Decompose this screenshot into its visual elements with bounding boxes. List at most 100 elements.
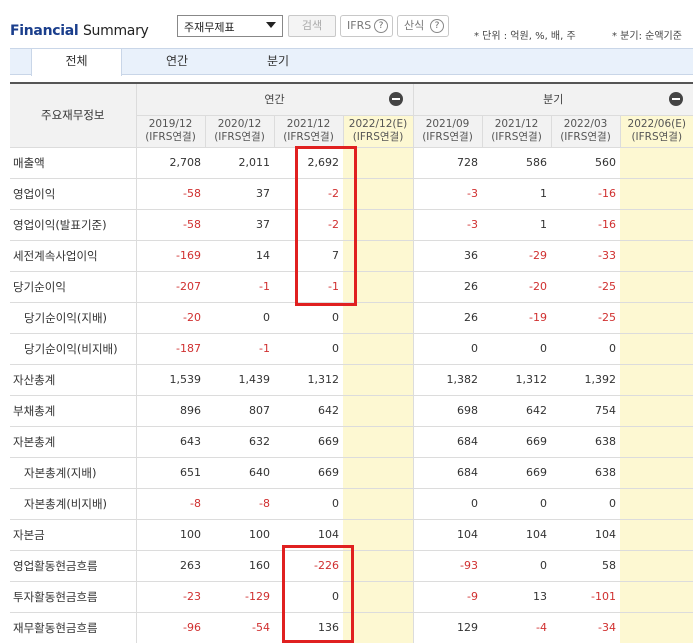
table-cell: 586 — [482, 147, 551, 179]
table-cell: 104 — [412, 519, 482, 551]
table-cell: 638 — [551, 426, 620, 458]
chevron-down-icon — [266, 22, 276, 28]
statement-type-select[interactable]: 주재무제표 — [177, 15, 283, 37]
table-cell: 14 — [205, 240, 274, 272]
table-cell: 58 — [551, 550, 620, 582]
table-cell: 100 — [136, 519, 205, 551]
table-row: 세전계속사업이익 -169 14 7 36 -29 -33 — [10, 240, 693, 272]
table-cell: 642 — [274, 395, 343, 427]
column-header: 2021/09 (IFRS연결) — [412, 115, 482, 148]
table-cell: 104 — [482, 519, 551, 551]
row-label: 당기순이익(비지배) — [10, 333, 137, 365]
group-annual-label: 연간 — [264, 93, 285, 107]
table-cell — [620, 457, 693, 489]
table-cell: -169 — [136, 240, 205, 272]
table-cell: 0 — [482, 488, 551, 520]
column-basis: (IFRS연결) — [352, 131, 404, 143]
help-icon[interactable]: ? — [374, 19, 388, 33]
table-cell: 26 — [412, 302, 482, 334]
column-basis: (IFRS연결) — [560, 131, 611, 143]
table-row: 자본총계(지배) 651 640 669 684 669 638 — [10, 457, 693, 489]
table-cell: 0 — [205, 302, 274, 334]
corner-label: 주요재무정보 — [10, 84, 137, 148]
tab-quarter[interactable]: 분기 — [235, 49, 321, 75]
table-cell: 669 — [274, 426, 343, 458]
column-header: 2022/03 (IFRS연결) — [550, 115, 620, 148]
table-cell: -25 — [551, 271, 620, 303]
table-cell: 0 — [412, 488, 482, 520]
table-cell — [343, 426, 413, 458]
table-cell: -2 — [274, 178, 343, 210]
table-cell — [620, 178, 693, 210]
table-cell — [620, 612, 693, 643]
ifrs-button[interactable]: IFRS ? — [340, 15, 393, 37]
collapse-quarter-icon[interactable] — [669, 92, 683, 106]
summary-header: Financial Summary 주재무제표 검색 IFRS ? 산식 ? *… — [0, 0, 693, 46]
table-cell: 669 — [482, 426, 551, 458]
table-row: 영업활동현금흐름 263 160 -226 -93 0 58 — [10, 550, 693, 582]
table-cell: 160 — [205, 550, 274, 582]
row-label: 재무활동현금흐름 — [10, 612, 137, 643]
table-cell: 13 — [482, 581, 551, 613]
table-cell: 807 — [205, 395, 274, 427]
table-cell: 669 — [482, 457, 551, 489]
tab-all[interactable]: 전체 — [31, 49, 122, 76]
table-cell — [620, 147, 693, 179]
formula-button-label: 산식 — [404, 19, 425, 32]
table-cell: 754 — [551, 395, 620, 427]
table-row: 자본총계 643 632 669 684 669 638 — [10, 426, 693, 458]
help-icon[interactable]: ? — [430, 19, 444, 33]
column-basis: (IFRS연결) — [214, 131, 265, 143]
table-cell — [620, 302, 693, 334]
table-row: 영업이익(발표기준) -58 37 -2 -3 1 -16 — [10, 209, 693, 241]
table-cell: 560 — [551, 147, 620, 179]
table-cell — [620, 519, 693, 551]
table-cell — [620, 488, 693, 520]
table-cell: 632 — [205, 426, 274, 458]
table-cell — [620, 550, 693, 582]
table-cell: -9 — [412, 581, 482, 613]
table-cell: 37 — [205, 209, 274, 241]
table-cell: -207 — [136, 271, 205, 303]
table-cell: 1,392 — [551, 364, 620, 396]
table-cell: -20 — [136, 302, 205, 334]
tab-annual[interactable]: 연간 — [134, 49, 220, 75]
table-cell: 1,382 — [412, 364, 482, 396]
table-cell: -129 — [205, 581, 274, 613]
table-cell: 37 — [205, 178, 274, 210]
table-cell — [343, 178, 413, 210]
table-cell: 2,011 — [205, 147, 274, 179]
column-period: 2021/09 — [425, 118, 470, 130]
table-cell: -34 — [551, 612, 620, 643]
column-period: 2022/03 — [563, 118, 608, 130]
table-cell: 2,708 — [136, 147, 205, 179]
table-cell: -3 — [412, 209, 482, 241]
table-cell — [343, 271, 413, 303]
column-basis: (IFRS연결) — [283, 131, 334, 143]
formula-button[interactable]: 산식 ? — [397, 15, 449, 37]
group-header-annual: 연간 — [136, 84, 413, 116]
table-cell — [343, 519, 413, 551]
table-cell — [620, 271, 693, 303]
table-cell: 1,539 — [136, 364, 205, 396]
table-cell: -3 — [412, 178, 482, 210]
collapse-annual-icon[interactable] — [388, 92, 403, 106]
table-cell — [343, 457, 413, 489]
column-basis: (IFRS연결) — [491, 131, 542, 143]
table-cell — [343, 240, 413, 272]
column-period: 2021/12 — [286, 118, 331, 130]
table-cell — [343, 581, 413, 613]
table-cell: -16 — [551, 178, 620, 210]
column-header: 2019/12 (IFRS연결) — [135, 115, 205, 148]
table-cell: 698 — [412, 395, 482, 427]
table-row: 매출액 2,708 2,011 2,692 728 586 560 — [10, 147, 693, 179]
row-label: 자본금 — [10, 519, 137, 551]
column-period: 2020/12 — [217, 118, 262, 130]
search-button[interactable]: 검색 — [288, 15, 336, 37]
table-cell: -23 — [136, 581, 205, 613]
period-tabs: 전체 연간 분기 — [10, 48, 693, 76]
table-cell: 263 — [136, 550, 205, 582]
table-cell: 104 — [551, 519, 620, 551]
table-cell — [620, 333, 693, 365]
table-cell: -33 — [551, 240, 620, 272]
